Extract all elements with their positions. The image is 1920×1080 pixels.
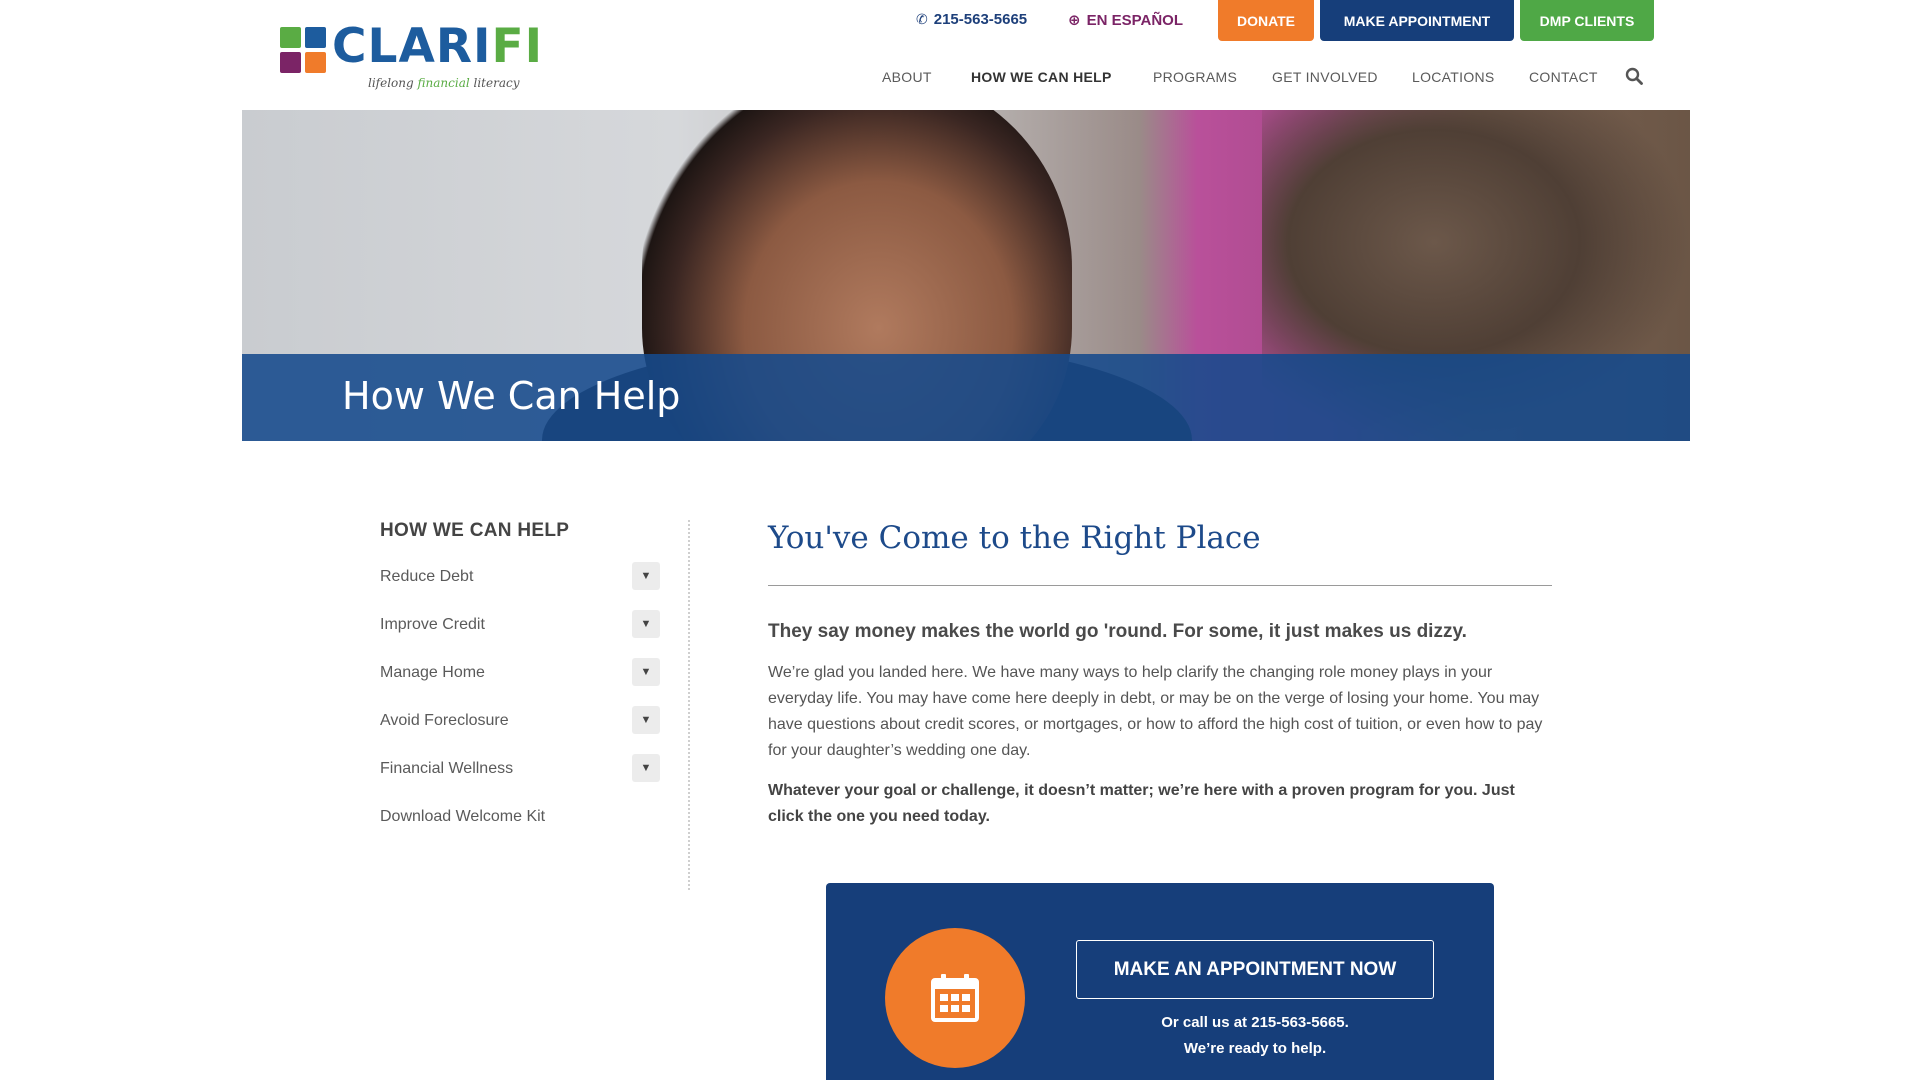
clarifi-logo[interactable]: CLARIFI lifelong financial literacy: [280, 19, 544, 95]
globe-icon: ⊕: [1068, 12, 1081, 29]
sidebar-item-manage-home[interactable]: Manage Home ▼: [380, 658, 660, 690]
hero-banner: How We Can Help: [242, 110, 1690, 441]
logo-wordmark: CLARIFI: [332, 19, 544, 74]
search-icon[interactable]: [1625, 67, 1647, 89]
lead-text: They say money makes the world go 'round…: [768, 621, 1467, 642]
sidebar-item-label[interactable]: Improve Credit: [380, 616, 485, 634]
phone-link[interactable]: ✆ 215-563-5665: [916, 11, 1027, 28]
sidebar-item-label[interactable]: Reduce Debt: [380, 568, 473, 586]
make-appointment-button[interactable]: MAKE APPOINTMENT: [1320, 0, 1514, 41]
logo-square-orange: [305, 52, 326, 73]
nav-about[interactable]: ABOUT: [882, 69, 932, 85]
sidebar-item-label[interactable]: Avoid Foreclosure: [380, 712, 509, 730]
sidebar-item-improve-credit[interactable]: Improve Credit ▼: [380, 610, 660, 642]
nav-contact[interactable]: CONTACT: [1529, 69, 1598, 85]
body-paragraph: We’re glad you landed here. We have many…: [768, 664, 1543, 759]
expand-toggle-icon[interactable]: ▼: [632, 562, 660, 590]
hero-title-band: How We Can Help: [242, 354, 1690, 441]
utility-bar: ✆ 215-563-5665 ⊕ EN ESPAÑOL DONATE MAKE AP…: [900, 0, 1654, 41]
main-nav: ABOUT HOW WE CAN HELP PROGRAMS GET INVOL…: [870, 67, 1660, 89]
language-label: EN ESPAÑOL: [1086, 12, 1183, 29]
nav-get-involved[interactable]: GET INVOLVED: [1272, 69, 1378, 85]
nav-locations[interactable]: LOCATIONS: [1412, 69, 1495, 85]
dmp-clients-button[interactable]: DMP CLIENTS: [1520, 0, 1654, 41]
nav-programs[interactable]: PROGRAMS: [1153, 69, 1237, 85]
calendar-icon: [885, 928, 1025, 1068]
site-header: CLARIFI lifelong financial literacy ✆ 215…: [0, 0, 1920, 110]
call-to-action-text: Whatever your goal or challenge, it does…: [768, 782, 1515, 825]
sidebar-item-financial-wellness[interactable]: Financial Wellness ▼: [380, 754, 660, 786]
sidebar-item-label[interactable]: Manage Home: [380, 664, 485, 682]
make-appointment-now-button[interactable]: MAKE AN APPOINTMENT NOW: [1076, 940, 1434, 999]
phone-icon: ✆: [916, 11, 928, 27]
sidebar-nav: HOW WE CAN HELP Reduce Debt ▼ Improve Cr…: [380, 520, 690, 890]
sidebar-item-welcome-kit[interactable]: Download Welcome Kit: [380, 802, 660, 834]
cta-call-text: Or call us at 215-563-5665.: [1161, 1014, 1349, 1031]
donate-button[interactable]: DONATE: [1218, 0, 1314, 41]
language-link[interactable]: ⊕ EN ESPAÑOL: [1068, 11, 1183, 29]
expand-toggle-icon[interactable]: ▼: [632, 754, 660, 782]
logo-tagline: lifelong financial literacy: [368, 76, 520, 90]
page-title: How We Can Help: [342, 374, 681, 418]
logo-mark: [280, 27, 326, 73]
logo-square-green: [280, 27, 301, 48]
phone-number: 215-563-5665: [933, 11, 1028, 28]
sidebar-item-reduce-debt[interactable]: Reduce Debt ▼: [380, 562, 660, 594]
expand-toggle-icon[interactable]: ▼: [632, 610, 660, 638]
heading-divider: [768, 585, 1552, 586]
nav-how-we-can-help[interactable]: HOW WE CAN HELP: [971, 69, 1112, 85]
content-heading: You've Come to the Right Place: [768, 520, 1261, 556]
logo-square-purple: [280, 52, 301, 73]
sidebar-item-label[interactable]: Download Welcome Kit: [380, 808, 545, 826]
expand-toggle-icon[interactable]: ▼: [632, 706, 660, 734]
sidebar-title: HOW WE CAN HELP: [380, 520, 570, 541]
appointment-cta-box: MAKE AN APPOINTMENT NOW Or call us at 21…: [826, 883, 1494, 1080]
sidebar-item-avoid-foreclosure[interactable]: Avoid Foreclosure ▼: [380, 706, 660, 738]
cta-ready-text: We’re ready to help.: [1183, 1040, 1327, 1057]
sidebar-item-label[interactable]: Financial Wellness: [380, 760, 513, 778]
logo-square-blue: [305, 27, 326, 48]
expand-toggle-icon[interactable]: ▼: [632, 658, 660, 686]
